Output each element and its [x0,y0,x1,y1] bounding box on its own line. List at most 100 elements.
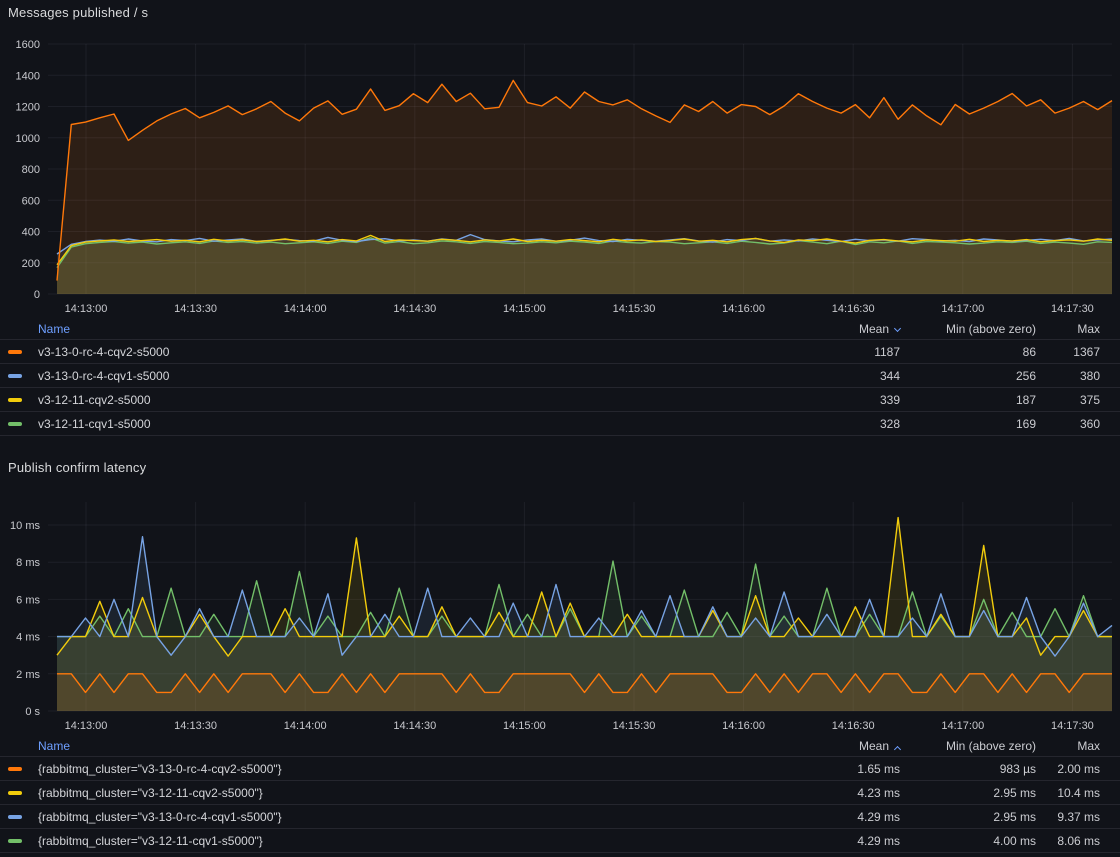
series-min-value: 4.00 ms [900,834,1036,848]
series-max-value: 2.00 ms [1036,762,1100,776]
series-max-value: 375 [1036,393,1100,407]
series-swatch-cell [8,374,38,378]
svg-text:4 ms: 4 ms [16,632,40,644]
svg-text:14:16:30: 14:16:30 [832,303,875,315]
series-name[interactable]: {rabbitmq_cluster="v3-12-11-cqv2-s5000"} [38,786,788,800]
legend-row: {rabbitmq_cluster="v3-12-11-cqv2-s5000"}… [0,781,1120,805]
series-color-swatch[interactable] [8,815,22,819]
legend-row: v3-13-0-rc-4-cqv2-s50001187861367 [0,340,1120,364]
column-header-mean[interactable]: Mean [788,739,900,753]
series-swatch-cell [8,815,38,819]
series-mean-value: 339 [788,393,900,407]
svg-text:8 ms: 8 ms [16,557,40,569]
svg-text:14:13:30: 14:13:30 [174,303,217,315]
series-mean-value: 1187 [788,345,900,359]
series-name[interactable]: {rabbitmq_cluster="v3-13-0-rc-4-cqv1-s50… [38,810,788,824]
series-name[interactable]: v3-13-0-rc-4-cqv2-s5000 [38,345,788,359]
series-min-value: 2.95 ms [900,786,1036,800]
svg-text:14:13:00: 14:13:00 [65,303,108,315]
svg-text:400: 400 [22,227,40,239]
series-mean-value: 344 [788,369,900,383]
series-mean-value: 328 [788,417,900,431]
series-max-value: 360 [1036,417,1100,431]
column-header-min-above-zero[interactable]: Min (above zero) [900,322,1036,336]
messages-published-chart[interactable]: 0 200 400 600 800 1000 1200 1400 1600 14:13:00 14:… [0,26,1120,318]
legend-header: NameMeanMin (above zero)Max [0,318,1120,340]
series-max-value: 8.06 ms [1036,834,1100,848]
legend-row: v3-12-11-cqv2-s5000339187375 [0,388,1120,412]
legend-row: {rabbitmq_cluster="v3-13-0-rc-4-cqv2-s50… [0,757,1120,781]
svg-text:0 s: 0 s [25,706,40,718]
series-min-value: 187 [900,393,1036,407]
svg-text:14:13:30: 14:13:30 [174,720,217,732]
series-swatch-cell [8,767,38,771]
series-name[interactable]: {rabbitmq_cluster="v3-12-11-cqv1-s5000"} [38,834,788,848]
series-name[interactable]: v3-12-11-cqv1-s5000 [38,417,788,431]
legend-row: {rabbitmq_cluster="v3-13-0-rc-4-cqv1-s50… [0,805,1120,829]
series-min-value: 983 µs [900,762,1036,776]
series-color-swatch[interactable] [8,767,22,771]
svg-text:14:16:00: 14:16:00 [722,720,765,732]
series-mean-value: 1.65 ms [788,762,900,776]
svg-text:14:17:30: 14:17:30 [1051,303,1094,315]
series-color-swatch[interactable] [8,791,22,795]
svg-text:14:17:00: 14:17:00 [941,720,984,732]
svg-text:14:17:00: 14:17:00 [941,303,984,315]
series-max-value: 380 [1036,369,1100,383]
column-header-max[interactable]: Max [1036,322,1100,336]
svg-text:200: 200 [22,258,40,270]
series-color-swatch[interactable] [8,350,22,354]
svg-text:14:16:30: 14:16:30 [832,720,875,732]
svg-text:14:14:30: 14:14:30 [393,720,436,732]
series-mean-value: 4.29 ms [788,810,900,824]
column-header-name[interactable]: Name [38,322,788,336]
series-max-value: 10.4 ms [1036,786,1100,800]
svg-text:14:15:00: 14:15:00 [503,720,546,732]
series-swatch-cell [8,839,38,843]
svg-text:600: 600 [22,195,40,207]
series-mean-value: 4.23 ms [788,786,900,800]
publish-confirm-latency-legend: NameMeanMin (above zero)Max {rabbitmq_clu… [0,735,1120,853]
column-header-max[interactable]: Max [1036,739,1100,753]
chart-canvas: 0 200 400 600 800 1000 1200 1400 1600 14:13:00 14:… [0,26,1120,318]
svg-text:800: 800 [22,164,40,176]
column-header-min-above-zero[interactable]: Min (above zero) [900,739,1036,753]
svg-text:1400: 1400 [16,70,40,82]
series-swatch-cell [8,398,38,402]
svg-text:0: 0 [34,289,40,301]
series-name[interactable]: v3-13-0-rc-4-cqv1-s5000 [38,369,788,383]
svg-text:1600: 1600 [16,39,40,51]
svg-text:14:17:30: 14:17:30 [1051,720,1094,732]
column-header-name[interactable]: Name [38,739,788,753]
series-color-swatch[interactable] [8,374,22,378]
legend-row: {rabbitmq_cluster="v3-12-11-cqv1-s5000"}… [0,829,1120,853]
svg-text:14:14:30: 14:14:30 [393,303,436,315]
series-color-swatch[interactable] [8,839,22,843]
series-max-value: 1367 [1036,345,1100,359]
series-swatch-cell [8,791,38,795]
series-name[interactable]: {rabbitmq_cluster="v3-13-0-rc-4-cqv2-s50… [38,762,788,776]
svg-text:14:14:00: 14:14:00 [284,303,327,315]
svg-text:14:15:30: 14:15:30 [613,303,656,315]
series-color-swatch[interactable] [8,398,22,402]
series-min-value: 2.95 ms [900,810,1036,824]
series-color-swatch[interactable] [8,422,22,426]
grafana-dashboard: Messages published / s 02004006008001000… [0,0,1120,857]
svg-text:1000: 1000 [16,133,40,145]
column-header-mean[interactable]: Mean [788,322,900,336]
series-max-value: 9.37 ms [1036,810,1100,824]
svg-text:14:14:00: 14:14:00 [284,720,327,732]
chart-canvas: 0 s2 ms4 ms6 ms8 ms10 ms14:13:0014:13:30… [0,478,1120,735]
panel-title-publish-confirm-latency: Publish confirm latency [8,460,146,475]
series-mean-value: 4.29 ms [788,834,900,848]
svg-text:2 ms: 2 ms [16,669,40,681]
svg-text:14:15:30: 14:15:30 [613,720,656,732]
svg-text:14:15:00: 14:15:00 [503,303,546,315]
svg-text:1200: 1200 [16,102,40,114]
legend-header: NameMeanMin (above zero)Max [0,735,1120,757]
legend-row: v3-13-0-rc-4-cqv1-s5000344256380 [0,364,1120,388]
publish-confirm-latency-chart[interactable]: 0 s2 ms4 ms6 ms8 ms10 ms14:13:0014:13:30… [0,478,1120,735]
series-swatch-cell [8,422,38,426]
legend-row: v3-12-11-cqv1-s5000328169360 [0,412,1120,436]
series-name[interactable]: v3-12-11-cqv2-s5000 [38,393,788,407]
